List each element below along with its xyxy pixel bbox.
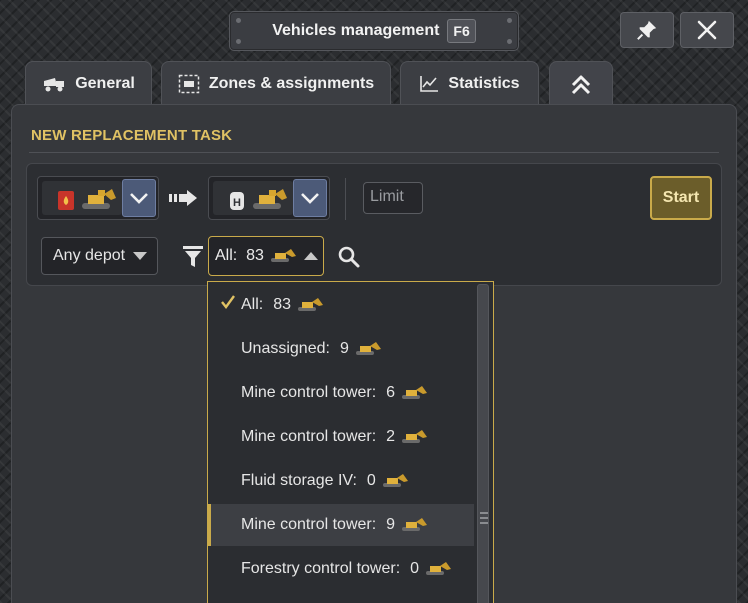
target-vehicle-slot: H <box>213 181 293 215</box>
dropdown-item-label: Forestry control tower: <box>241 560 401 577</box>
excavator-icon <box>253 189 287 209</box>
dropdown-item[interactable]: Unassigned: 9 <box>208 328 474 370</box>
dropdown-item-label: Mine control tower: <box>241 384 377 401</box>
excavator-icon <box>402 430 428 443</box>
replacement-task-box: H Limit Start Any depot All: 83 <box>26 163 722 286</box>
scrollbar-thumb[interactable] <box>477 284 489 603</box>
depot-select[interactable]: Any depot <box>41 237 158 275</box>
dropdown-item-count: 9 <box>386 516 396 533</box>
dropdown-item[interactable]: Fluid storage IV: 0 <box>208 460 474 502</box>
excavator-icon <box>270 249 296 262</box>
dropdown-item-count: 0 <box>366 472 376 489</box>
screw-decoration <box>236 39 241 44</box>
source-vehicle-dropdown-button[interactable] <box>122 179 156 217</box>
dropdown-item-count: 6 <box>386 384 396 401</box>
caret-up-icon <box>303 252 318 260</box>
window-title: Vehicles management <box>272 22 440 39</box>
tab-general[interactable]: General <box>25 61 152 105</box>
screw-decoration <box>507 18 512 23</box>
excavator-icon <box>402 518 428 531</box>
screw-decoration <box>236 18 241 23</box>
excavator-icon <box>382 474 408 487</box>
source-vehicle-slot <box>42 181 122 215</box>
dropdown-item[interactable]: Forestry control tower: 0 <box>208 548 474 590</box>
tab-statistics[interactable]: Statistics <box>400 61 539 105</box>
excavator-icon <box>298 298 324 311</box>
dropdown-item-count: 2 <box>386 428 396 445</box>
dropdown-item-label: Unassigned: <box>241 340 330 357</box>
dropdown-item-label: All: <box>241 296 264 313</box>
double-chevron-up-icon <box>571 75 591 94</box>
section-title: NEW REPLACEMENT TASK <box>31 127 233 144</box>
excavator-icon <box>355 342 381 355</box>
dropdown-item-count: 9 <box>339 340 349 357</box>
filter-icon[interactable] <box>183 246 203 268</box>
dropdown-item-label: Mine control tower: <box>241 428 377 445</box>
grip-icon <box>480 512 488 524</box>
tab-collapse[interactable] <box>549 61 613 107</box>
depot-select-label: Any depot <box>53 247 126 264</box>
dropdown-item[interactable]: Mine control tower: 2 <box>208 416 474 458</box>
dropdown-item-label: Fluid storage IV: <box>241 472 357 489</box>
target-vehicle-select[interactable]: H <box>208 176 330 220</box>
dropdown-item[interactable]: All: 83 <box>208 284 474 326</box>
tab-zones-label: Zones & assignments <box>208 74 375 92</box>
caret-down-icon <box>133 252 148 260</box>
excavator-icon <box>426 562 452 575</box>
replace-arrow-icon <box>169 190 197 206</box>
hotkey-badge: F6 <box>447 19 476 43</box>
limit-input[interactable]: Limit <box>363 182 423 214</box>
excavator-icon <box>82 189 116 209</box>
dropdown-item-count: 83 <box>273 296 292 313</box>
truck-icon <box>44 77 65 91</box>
divider <box>29 152 719 153</box>
close-button[interactable] <box>680 12 734 48</box>
diesel-fuel-icon <box>58 191 74 210</box>
search-icon[interactable] <box>337 245 361 269</box>
dropdown-item[interactable]: Mine control tower: 9 <box>208 504 474 546</box>
screw-decoration <box>507 39 512 44</box>
svg-text:H: H <box>233 197 241 209</box>
tab-zones-assignments[interactable]: Zones & assignments <box>161 61 391 105</box>
dropdown-item[interactable]: Mine control tower: 6 <box>208 372 474 414</box>
vehicle-filter-select[interactable]: All: 83 <box>208 236 324 276</box>
pin-icon <box>637 20 657 40</box>
hydrogen-fuel-icon: H <box>230 192 244 210</box>
source-vehicle-select[interactable] <box>37 176 159 220</box>
target-vehicle-dropdown-button[interactable] <box>293 179 327 217</box>
checkmark-icon <box>221 295 235 309</box>
window-title-plate: Vehicles management F6 <box>229 11 519 51</box>
close-icon <box>697 20 717 40</box>
zone-icon <box>178 74 200 93</box>
chevron-down-icon <box>130 193 148 204</box>
vehicle-filter-dropdown: All: 83 Unassigned: 9 Mine control tower: 6 Mi… <box>207 281 494 603</box>
tab-general-label: General <box>75 74 135 92</box>
vehicle-filter-value: All: 83 <box>215 247 264 264</box>
start-button[interactable]: Start <box>650 176 712 220</box>
dropdown-item-label: Mine control tower: <box>241 516 377 533</box>
chevron-down-icon <box>301 193 319 204</box>
pin-button[interactable] <box>620 12 674 48</box>
chart-icon <box>420 75 439 92</box>
excavator-icon <box>402 386 428 399</box>
dropdown-item-count: 0 <box>410 560 420 577</box>
tab-statistics-label: Statistics <box>448 74 520 92</box>
separator <box>345 178 346 220</box>
